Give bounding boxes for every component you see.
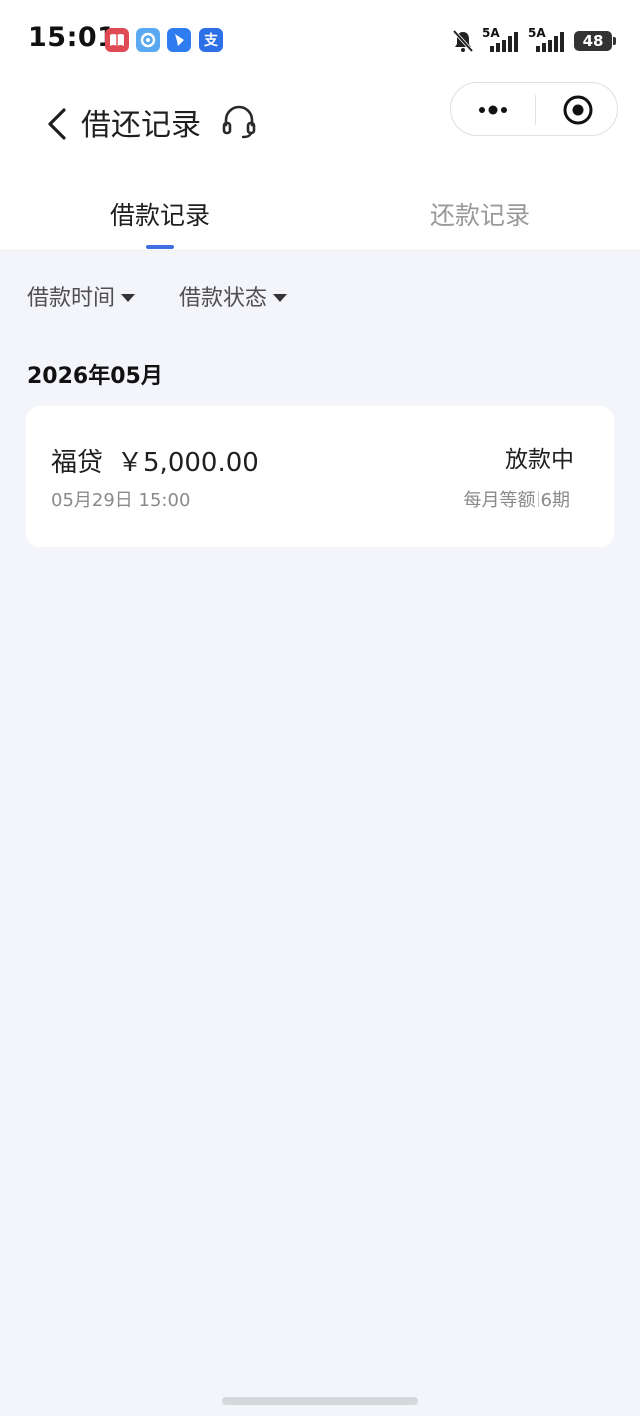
- borrow-time-filter-label: 借款时间: [27, 286, 116, 311]
- network-signal-1: 5A: [482, 26, 520, 54]
- page-title: 借还记录: [81, 108, 201, 143]
- loan-terms: 每月等额 6期: [464, 486, 570, 512]
- borrow-status-filter-label: 借款状态: [179, 286, 268, 311]
- more-dots-icon: [479, 105, 507, 115]
- alipay-glyph: 支: [204, 33, 218, 49]
- borrow-status-filter[interactable]: 借款状态: [179, 280, 288, 312]
- loan-title: 福贷 ￥5,000.00: [51, 442, 259, 479]
- header-area: 15:01 支 5A 5A 48 借还记录 借款记录 还款记录: [0, 0, 640, 251]
- close-mini-program-button[interactable]: [536, 83, 618, 135]
- browser-app-icon: [136, 28, 160, 52]
- status-time: 15:01: [28, 22, 117, 53]
- network-signal-2: 5A: [528, 26, 566, 54]
- alipay-app-icon: 支: [199, 28, 223, 52]
- active-tab-indicator: [146, 245, 174, 249]
- loan-periods: 6期: [540, 490, 570, 511]
- mute-bell-icon: [452, 29, 474, 53]
- mini-program-capsule: [450, 82, 618, 136]
- terms-divider: [537, 491, 539, 507]
- loan-amount: ￥5,000.00: [117, 448, 259, 478]
- repay-method: 每月等额: [463, 490, 536, 511]
- target-close-icon: [563, 95, 593, 125]
- home-indicator[interactable]: [222, 1397, 418, 1405]
- loan-status: 放款中: [505, 447, 574, 473]
- back-button[interactable]: [42, 104, 72, 144]
- more-menu-button[interactable]: [451, 83, 535, 135]
- tab-borrow-records[interactable]: 借款记录: [0, 196, 320, 232]
- loan-record-card[interactable]: 福贷 ￥5,000.00 放款中 05月29日 15:00 每月等额 6期: [26, 406, 614, 547]
- status-indicators: 5A 5A 48: [452, 26, 616, 56]
- messenger-app-icon: [167, 28, 191, 52]
- borrow-time-filter[interactable]: 借款时间: [27, 280, 136, 312]
- battery-indicator: 48: [574, 31, 616, 51]
- loan-product: 福贷: [51, 448, 104, 478]
- chevron-left-icon: [48, 108, 66, 140]
- month-heading: 2026年05月: [27, 364, 163, 389]
- caret-down-icon: [273, 294, 288, 302]
- headset-icon: [222, 105, 256, 139]
- caret-down-icon: [121, 294, 136, 302]
- signal-bars-icon: [490, 32, 518, 52]
- tab-repay-records[interactable]: 还款记录: [320, 196, 640, 232]
- customer-service-button[interactable]: [220, 103, 258, 141]
- book-app-icon: [105, 28, 129, 52]
- battery-level: 48: [582, 32, 604, 50]
- loan-datetime: 05月29日 15:00: [51, 490, 191, 511]
- signal-bars-icon: [536, 32, 564, 52]
